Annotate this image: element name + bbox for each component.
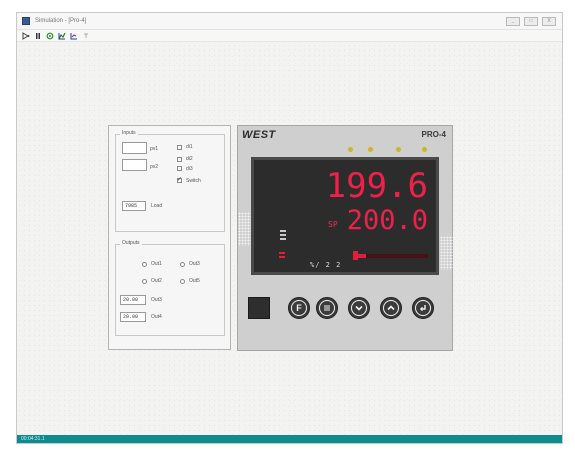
status-indicators: [280, 230, 288, 242]
out3-value-label: Out3: [151, 297, 162, 303]
di3-label: di3: [186, 166, 193, 172]
window-controls: _ □ X: [506, 17, 556, 26]
di2-label: di2: [186, 156, 193, 162]
maximize-button[interactable]: □: [524, 17, 538, 26]
minimize-button[interactable]: _: [506, 17, 520, 26]
di2-checkbox[interactable]: [177, 157, 182, 162]
out3-value-input[interactable]: 20.00: [120, 295, 146, 305]
controller-device: WEST PRO-4 199.6 SP 200.0 %/ 2 2 F: [237, 125, 454, 351]
simulation-panel: Inputs pv1 pv2 di1 di2 di3 Switch 7985 L…: [108, 125, 231, 350]
inputs-group-title: Inputs: [120, 130, 138, 136]
close-button[interactable]: X: [542, 17, 556, 26]
inputs-group: Inputs pv1 pv2 di1 di2 di3 Switch 7985 L…: [115, 130, 225, 232]
chevron-up-icon: [383, 300, 399, 316]
out4-value-label: Out4: [151, 314, 162, 320]
app-icon: [22, 17, 30, 25]
pv2-unit-label: pv2: [150, 164, 159, 170]
title-bar: Simulation - [Pro-4] _ □ X: [17, 13, 562, 30]
status-text: 00:04:31.1: [21, 436, 45, 442]
auto-manual-key[interactable]: [316, 297, 338, 319]
enter-key[interactable]: [412, 297, 434, 319]
keypad: F: [244, 291, 448, 327]
switch-label: Switch: [186, 178, 201, 184]
out2-label: Out2: [151, 278, 162, 284]
auto-manual-icon: [319, 300, 335, 316]
output-indicators: [279, 252, 287, 260]
pv2-input[interactable]: [122, 159, 147, 171]
out1-radio[interactable]: [142, 262, 147, 267]
indicator-mark: [280, 234, 286, 236]
reset-icon[interactable]: [46, 32, 54, 40]
di1-checkbox[interactable]: [177, 145, 182, 150]
brand-logo: WEST: [242, 129, 276, 141]
load-input[interactable]: 7985: [122, 201, 146, 211]
units-text: %/ 2 2: [310, 261, 342, 269]
status-led-1: [348, 147, 353, 152]
out2-radio[interactable]: [142, 279, 147, 284]
out3-label: Out3: [189, 261, 200, 267]
setpoint-display: 200.0: [346, 205, 428, 236]
out4-value-input[interactable]: 20.00: [120, 312, 146, 322]
function-key[interactable]: F: [288, 297, 310, 319]
enter-icon: [415, 300, 431, 316]
right-vent-dots: [440, 236, 454, 270]
trend-icon[interactable]: [70, 32, 78, 40]
pv1-input[interactable]: [122, 142, 147, 154]
outputs-group-title: Outputs: [120, 240, 142, 246]
setpoint-prefix: SP: [328, 220, 338, 229]
outputs-group: Outputs Out1 Out3 Out2 Out5 20.00 Out3 2…: [115, 240, 225, 336]
out5-radio[interactable]: [180, 279, 185, 284]
di3-checkbox[interactable]: [177, 166, 182, 171]
toolbar: [17, 30, 562, 42]
chart-icon[interactable]: [58, 32, 66, 40]
output-bar-graph: [356, 254, 428, 258]
window-title: Simulation - [Pro-4]: [35, 18, 87, 24]
out1-label: Out1: [151, 261, 162, 267]
status-led-2: [368, 147, 373, 152]
status-bar: 00:04:31.1: [17, 435, 562, 443]
out5-label: Out5: [189, 278, 200, 284]
di1-label: di1: [186, 144, 193, 150]
process-value-display: 199.6: [325, 166, 428, 206]
run-icon[interactable]: [22, 31, 30, 40]
pause-icon[interactable]: [34, 32, 42, 40]
model-label: PRO-4: [421, 130, 446, 139]
blank-key[interactable]: [248, 297, 270, 319]
down-key[interactable]: [348, 297, 370, 319]
help-icon[interactable]: [82, 32, 90, 40]
indicator-mark: [280, 238, 286, 240]
up-key[interactable]: [380, 297, 402, 319]
chevron-down-icon: [351, 300, 367, 316]
indicator-mark: [280, 230, 286, 232]
lcd-screen: 199.6 SP 200.0 %/ 2 2: [251, 157, 439, 275]
load-label: Load: [151, 203, 163, 209]
status-led-3: [396, 147, 401, 152]
output-mark: [279, 252, 285, 254]
output-mark: [279, 256, 285, 258]
function-key-glyph: F: [291, 300, 307, 316]
out3-radio[interactable]: [180, 262, 185, 267]
switch-checkbox[interactable]: [177, 176, 182, 183]
left-vent-dots: [238, 212, 252, 246]
status-led-4: [422, 147, 427, 152]
pv1-unit-label: pv1: [150, 146, 159, 152]
output-bar-fill: [356, 254, 367, 258]
